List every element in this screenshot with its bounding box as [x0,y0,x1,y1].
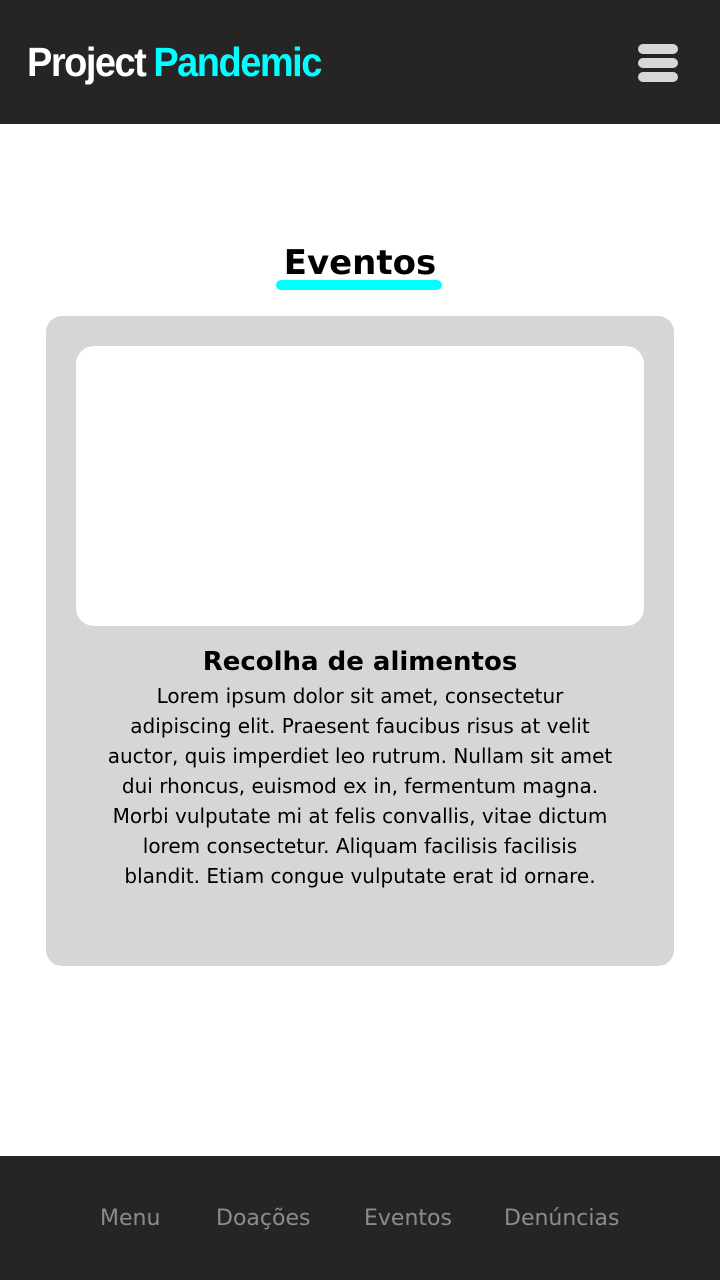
nav-item-menu[interactable]: Menu [100,1204,160,1234]
menu-line [638,58,678,68]
event-title: Recolha de alimentos [202,647,518,677]
hamburger-menu-icon[interactable] [638,44,678,82]
nav-item-denuncias[interactable]: Denúncias [504,1204,619,1234]
event-card[interactable]: Recolha de alimentos Lorem ipsum dolor s… [46,316,674,966]
bottom-nav-bar: Menu Doações Eventos Denúncias [0,1156,720,1280]
logo-word-project: Project [27,40,147,86]
app-logo[interactable]: Project Pandemic [27,36,322,90]
nav-item-eventos[interactable]: Eventos [364,1204,452,1234]
top-bar: Project Pandemic [0,0,720,124]
event-image-placeholder [76,346,644,626]
menu-line [638,44,678,54]
event-description: Lorem ipsum dolor sit amet, consectetur … [107,684,613,888]
nav-item-doacoes[interactable]: Doações [216,1204,310,1234]
logo-word-pandemic: Pandemic [153,40,322,86]
title-underline [276,280,442,290]
menu-line [638,72,678,82]
